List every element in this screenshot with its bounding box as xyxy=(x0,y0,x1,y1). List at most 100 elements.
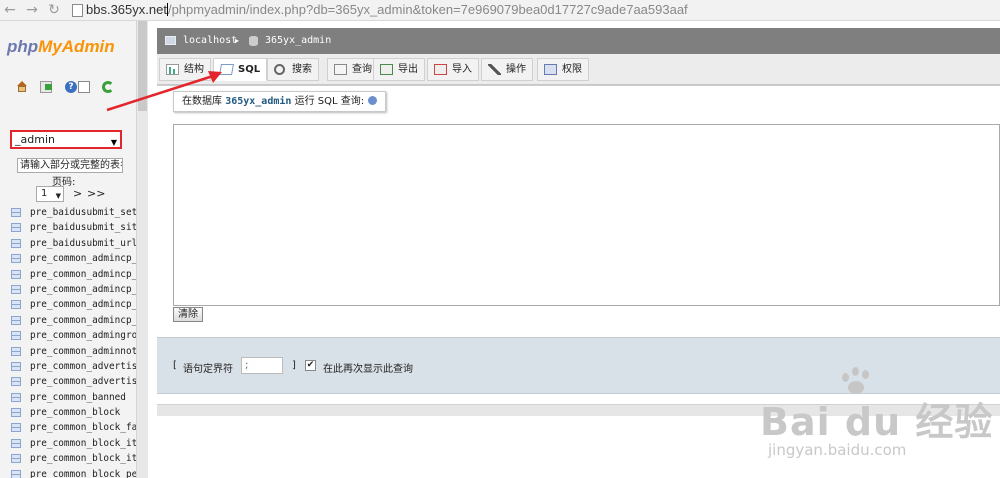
table-list-item[interactable]: pre_common_block_item xyxy=(0,436,136,451)
delimiter-bracket-close: ] xyxy=(292,360,296,371)
table-icon[interactable] xyxy=(11,331,21,341)
table-list-item[interactable]: pre_baidusubmit_sett xyxy=(0,205,136,220)
exit-icon[interactable] xyxy=(40,81,52,93)
back-arrow-icon[interactable]: ← xyxy=(2,2,18,18)
help-icon[interactable]: ? xyxy=(65,81,77,93)
retain-query-checkbox[interactable]: ✔ xyxy=(305,360,316,371)
tab-export-label: 导出 xyxy=(398,64,418,75)
table-icon[interactable] xyxy=(11,300,21,310)
table-name[interactable]: pre_common_block_item xyxy=(30,451,136,466)
help-icon[interactable] xyxy=(368,96,378,105)
page-select-value: 1 xyxy=(41,188,48,199)
table-icon[interactable] xyxy=(11,377,21,387)
table-list-item[interactable]: pre_common_admincp_gr xyxy=(0,267,136,282)
table-icon[interactable] xyxy=(11,346,21,356)
table-name[interactable]: pre_common_banned xyxy=(30,390,126,405)
table-list-item[interactable]: pre_common_banned xyxy=(0,390,136,405)
table-list-item[interactable]: pre_common_block xyxy=(0,405,136,420)
table-filter-input[interactable]: 请输入部分或完整的表名 xyxy=(17,158,123,173)
breadcrumb-server[interactable]: localhost xyxy=(183,28,237,54)
tab-operations[interactable]: 操作 xyxy=(481,58,533,81)
table-icon[interactable] xyxy=(11,208,21,217)
table-icon[interactable] xyxy=(11,423,21,433)
table-name[interactable]: pre_common_block_perm xyxy=(30,467,136,478)
scrollbar-thumb[interactable] xyxy=(138,21,147,111)
address-bar[interactable]: bbs.365yx.net/phpmyadmin/index.php?db=36… xyxy=(86,2,688,18)
navigation-scrollbar[interactable] xyxy=(136,21,148,478)
table-icon[interactable] xyxy=(11,438,21,448)
reload-navigation-icon[interactable] xyxy=(102,81,114,93)
delimiter-input[interactable]: ; xyxy=(241,357,283,374)
table-name[interactable]: pre_common_block_favo xyxy=(30,420,136,435)
clear-button[interactable]: 清除 xyxy=(173,307,203,322)
tab-bar: 结构 SQL 搜索 查询 导出 导入 操作 权限 xyxy=(157,54,1000,85)
sql-query-textarea[interactable] xyxy=(173,124,1000,306)
table-icon[interactable] xyxy=(11,269,21,279)
tab-search[interactable]: 搜索 xyxy=(267,58,319,81)
last-page-link[interactable]: >> xyxy=(87,187,105,200)
table-icon[interactable] xyxy=(11,361,21,371)
breadcrumb-database[interactable]: 365yx_admin xyxy=(265,28,331,54)
table-list-item[interactable]: pre_common_adminnote xyxy=(0,344,136,359)
export-icon xyxy=(380,64,393,75)
table-name[interactable]: pre_common_admincp_gr xyxy=(30,267,136,282)
table-name[interactable]: pre_baidusubmit_urlst xyxy=(30,236,136,251)
table-list-item[interactable]: pre_common_admincp_pe xyxy=(0,297,136,312)
table-name[interactable]: pre_baidusubmit_siter xyxy=(30,220,136,235)
table-name[interactable]: pre_common_admincp_cr xyxy=(30,251,136,266)
table-name[interactable]: pre_common_advertisem xyxy=(30,359,136,374)
table-list-item[interactable]: pre_common_advertisem xyxy=(0,359,136,374)
table-icon[interactable] xyxy=(11,284,21,294)
table-name[interactable]: pre_baidusubmit_sett xyxy=(30,205,136,220)
table-list-item[interactable]: pre_common_advertisem xyxy=(0,374,136,389)
table-icon[interactable] xyxy=(11,315,21,325)
table-name[interactable]: pre_common_admincp_pe xyxy=(30,297,136,312)
import-icon xyxy=(434,64,447,75)
tab-privileges[interactable]: 权限 xyxy=(537,58,589,81)
table-list-item[interactable]: pre_baidusubmit_urlst xyxy=(0,236,136,251)
navigation-panel: phpMyAdmin ? _admin ▼ 请输入部分或完整的表名 页码: 1 ▼ … xyxy=(0,21,136,478)
table-name[interactable]: pre_common_admingroup xyxy=(30,328,136,343)
tab-sql[interactable]: SQL xyxy=(213,58,268,81)
table-list-item[interactable]: pre_common_block_perm xyxy=(0,467,136,478)
table-name[interactable]: pre_common_advertisem xyxy=(30,374,136,389)
table-icon[interactable] xyxy=(11,408,21,418)
next-page-link[interactable]: > xyxy=(73,187,82,200)
table-list-item[interactable]: pre_common_admincp_se xyxy=(0,313,136,328)
table-list-item[interactable]: pre_common_admingroup xyxy=(0,328,136,343)
tab-import[interactable]: 导入 xyxy=(427,58,479,81)
table-icon[interactable] xyxy=(11,454,21,464)
table-name[interactable]: pre_common_admincp_me xyxy=(30,282,136,297)
retain-query-label[interactable]: 在此再次显示此查询 xyxy=(323,360,413,375)
table-name[interactable]: pre_common_block_item xyxy=(30,436,136,451)
table-icon[interactable] xyxy=(11,238,21,248)
table-icon[interactable] xyxy=(11,469,21,478)
chevron-down-icon: ▼ xyxy=(110,138,117,147)
table-list-item[interactable]: pre_common_admincp_cr xyxy=(0,251,136,266)
logo-my: My xyxy=(38,37,62,56)
structure-icon xyxy=(166,64,179,75)
table-list-item[interactable]: pre_common_block_favo xyxy=(0,420,136,435)
logo-php: php xyxy=(7,37,39,56)
tab-export[interactable]: 导出 xyxy=(373,58,425,81)
table-icon[interactable] xyxy=(11,223,21,233)
table-name[interactable]: pre_common_block xyxy=(30,405,120,420)
phpmyadmin-logo[interactable]: phpMyAdmin xyxy=(7,37,115,57)
table-list-item[interactable]: pre_common_block_item xyxy=(0,451,136,466)
tab-query[interactable]: 查询 xyxy=(327,58,379,81)
table-list-item[interactable]: pre_baidusubmit_siter xyxy=(0,220,136,235)
home-icon[interactable] xyxy=(16,81,28,93)
legend-prefix: 在数据库 xyxy=(182,96,222,107)
table-name[interactable]: pre_common_admincp_se xyxy=(30,313,136,328)
tab-query-label: 查询 xyxy=(352,64,372,75)
tab-structure[interactable]: 结构 xyxy=(159,58,211,81)
documentation-icon[interactable] xyxy=(78,81,90,93)
table-icon[interactable] xyxy=(11,392,21,402)
page-select[interactable]: 1 ▼ xyxy=(36,186,64,202)
forward-arrow-icon[interactable]: → xyxy=(24,2,40,18)
reload-icon[interactable]: ↻ xyxy=(46,2,62,18)
database-select[interactable]: _admin ▼ xyxy=(10,130,122,149)
table-icon[interactable] xyxy=(11,254,21,264)
table-list-item[interactable]: pre_common_admincp_me xyxy=(0,282,136,297)
table-name[interactable]: pre_common_adminnote xyxy=(30,344,136,359)
